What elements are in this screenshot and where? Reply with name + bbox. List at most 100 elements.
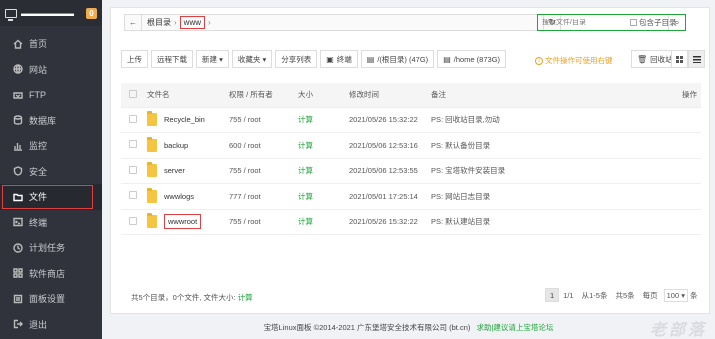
size-calc-link[interactable]: 计算 (298, 183, 349, 210)
file-name[interactable]: server (164, 166, 185, 175)
sidebar-item-store[interactable]: 软件商店 (0, 261, 102, 287)
per-page-select[interactable]: 100 ▾ (663, 288, 688, 302)
globe-icon (12, 64, 23, 75)
path-bar[interactable]: ← 根目录 › www › ↻ (124, 14, 561, 31)
folder-icon (147, 187, 157, 203)
grid-view-button[interactable] (671, 50, 688, 68)
file-note[interactable]: PS: 默认建站目录 (431, 209, 631, 235)
caret-down-icon: ▾ (217, 54, 223, 64)
list-view-button[interactable] (688, 50, 705, 68)
sidebar-item-ftp[interactable]: FTP (0, 82, 102, 108)
sidebar-item-security[interactable]: 安全 (0, 159, 102, 185)
file-mtime: 2021/05/01 17:25:14 (349, 183, 431, 210)
sidebar-item-home[interactable]: 首页 (0, 31, 102, 57)
file-name[interactable]: Recycle_bin (164, 115, 205, 124)
file-mtime: 2021/05/06 12:53:16 (349, 132, 431, 159)
recycle-bin-label: 回收站 (650, 54, 673, 64)
pagination: 1 1/1 从1-5条 共5条 每页 100 ▾ 条 (543, 288, 698, 302)
size-calc-link[interactable]: 计算 (298, 209, 349, 235)
search-box: 包含子目录 ⌕ (537, 14, 686, 31)
size-calc-link[interactable]: 计算 (298, 158, 349, 184)
file-permission[interactable]: 777 / root (229, 183, 298, 210)
file-permission[interactable]: 755 / root (229, 107, 298, 133)
file-name[interactable]: wwwlogs (164, 192, 194, 201)
disk-home-button[interactable]: ▤/home (873G) (437, 50, 507, 68)
file-permission[interactable]: 755 / root (229, 158, 298, 184)
table-row[interactable]: wwwlogs 777 / root 计算 2021/05/01 17:25:1… (121, 183, 701, 210)
table-row[interactable]: wwwroot 755 / root 计算 2021/05/26 15:32:2… (121, 209, 701, 235)
trash-icon: 🗑 (637, 54, 648, 64)
sidebar-item-monitor[interactable]: 监控 (0, 133, 102, 159)
col-filename[interactable]: 文件名 (147, 83, 229, 108)
breadcrumb-current[interactable]: www (179, 16, 206, 29)
file-name[interactable]: backup (164, 141, 188, 150)
total-size-calc-link[interactable]: 计算 (238, 293, 253, 302)
search-icon[interactable]: ⌕ (668, 15, 685, 30)
grid-icon (676, 55, 683, 63)
disk-root-button[interactable]: ▤/(根目录) (47G) (360, 50, 435, 68)
col-note: 备注 (431, 83, 631, 108)
share-list-button[interactable]: 分享列表 (275, 50, 318, 68)
table-header: 文件名 权限 / 所有者 大小 修改时间 备注 操作 (121, 83, 701, 108)
main-area: ← 根目录 › www › ↻ 包含子目录 ⌕ 上传 远程下载 新建 ▾ 收藏夹… (102, 0, 715, 339)
row-checkbox[interactable] (129, 114, 137, 123)
sidebar-item-settings[interactable]: 面板设置 (0, 286, 102, 312)
info-icon: i (535, 56, 543, 65)
new-button[interactable]: 新建 ▾ (196, 50, 229, 68)
sidebar-item-logout[interactable]: 退出 (0, 312, 102, 338)
terminal-button[interactable]: ▣ 终端 (320, 50, 358, 68)
size-calc-link[interactable]: 计算 (298, 107, 349, 133)
back-arrow-icon[interactable]: ← (125, 15, 142, 30)
col-size[interactable]: 大小 (298, 83, 349, 108)
file-note[interactable]: PS: 默认备份目录 (431, 132, 631, 159)
file-table: 文件名 权限 / 所有者 大小 修改时间 备注 操作 Recycle_bin 7… (121, 83, 701, 235)
size-calc-link[interactable]: 计算 (298, 132, 349, 159)
breadcrumb-root[interactable]: 根目录 (147, 17, 171, 28)
sidebar-item-cron[interactable]: 计划任务 (0, 235, 102, 261)
sidebar-item-terminal[interactable]: 终端 (0, 210, 102, 236)
home-icon (12, 38, 23, 49)
file-mtime: 2021/05/26 15:32:22 (349, 107, 431, 133)
sidebar: ▬▬▬▬▬▬▬ 0 首页 网站 FTP 数据库 监控 安全 文件 终端 计划任务… (0, 0, 102, 339)
remote-download-button[interactable]: 远程下载 (151, 50, 193, 68)
favorites-button-label: 收藏夹 (237, 54, 261, 64)
row-checkbox[interactable] (129, 140, 137, 149)
file-note[interactable]: PS: 宝塔软件安装目录 (431, 158, 631, 184)
copyright-text: 宝塔Linux面板 ©2014-2021 广东堡塔安全技术有限公司 (bt.cn… (263, 323, 471, 332)
sidebar-item-files[interactable]: 文件 (0, 184, 102, 210)
row-checkbox[interactable] (129, 216, 137, 225)
chevron-right-icon: › (208, 18, 211, 27)
context-menu-tip-text: 文件操作可使用右键 (545, 56, 613, 65)
file-manager-panel: ← 根目录 › www › ↻ 包含子目录 ⌕ 上传 远程下载 新建 ▾ 收藏夹… (110, 7, 710, 314)
sidebar-item-database[interactable]: 数据库 (0, 108, 102, 134)
table-row[interactable]: server 755 / root 计算 2021/05/06 12:53:55… (121, 158, 701, 184)
file-permission[interactable]: 600 / root (229, 132, 298, 159)
file-note[interactable]: PS: 网站日志目录 (431, 183, 631, 210)
page-number[interactable]: 1 (545, 288, 560, 302)
folder-icon (12, 191, 23, 202)
notification-badge[interactable]: 0 (86, 7, 97, 19)
sidebar-item-website[interactable]: 网站 (0, 57, 102, 83)
forum-link[interactable]: 求助|建议请上宝塔论坛 (476, 323, 553, 332)
favorites-button[interactable]: 收藏夹 ▾ (231, 50, 273, 68)
disk-root-label: /(根目录) (47G) (377, 54, 429, 64)
clock-icon (12, 242, 23, 253)
row-checkbox[interactable] (129, 191, 137, 200)
upload-button[interactable]: 上传 (121, 50, 148, 68)
context-menu-tip: i 文件操作可使用右键 (535, 55, 613, 66)
file-permission[interactable]: 755 / root (229, 209, 298, 235)
logout-icon (12, 319, 23, 330)
file-name[interactable]: wwwroot (164, 214, 202, 230)
col-permission[interactable]: 权限 / 所有者 (229, 83, 298, 108)
file-note[interactable]: PS: 回收站目录,勿动 (431, 107, 631, 133)
select-all-checkbox[interactable] (129, 89, 137, 98)
settings-icon (12, 293, 23, 304)
per-page-value: 100 (666, 290, 680, 300)
search-input[interactable] (538, 19, 630, 26)
include-subdir-checkbox[interactable] (630, 19, 637, 26)
table-row[interactable]: Recycle_bin 755 / root 计算 2021/05/26 15:… (121, 107, 701, 133)
watermark-logo: 老部落 (649, 322, 707, 339)
table-row[interactable]: backup 600 / root 计算 2021/05/06 12:53:16… (121, 132, 701, 159)
col-mtime[interactable]: 修改时间 (349, 83, 431, 108)
row-checkbox[interactable] (129, 165, 137, 174)
